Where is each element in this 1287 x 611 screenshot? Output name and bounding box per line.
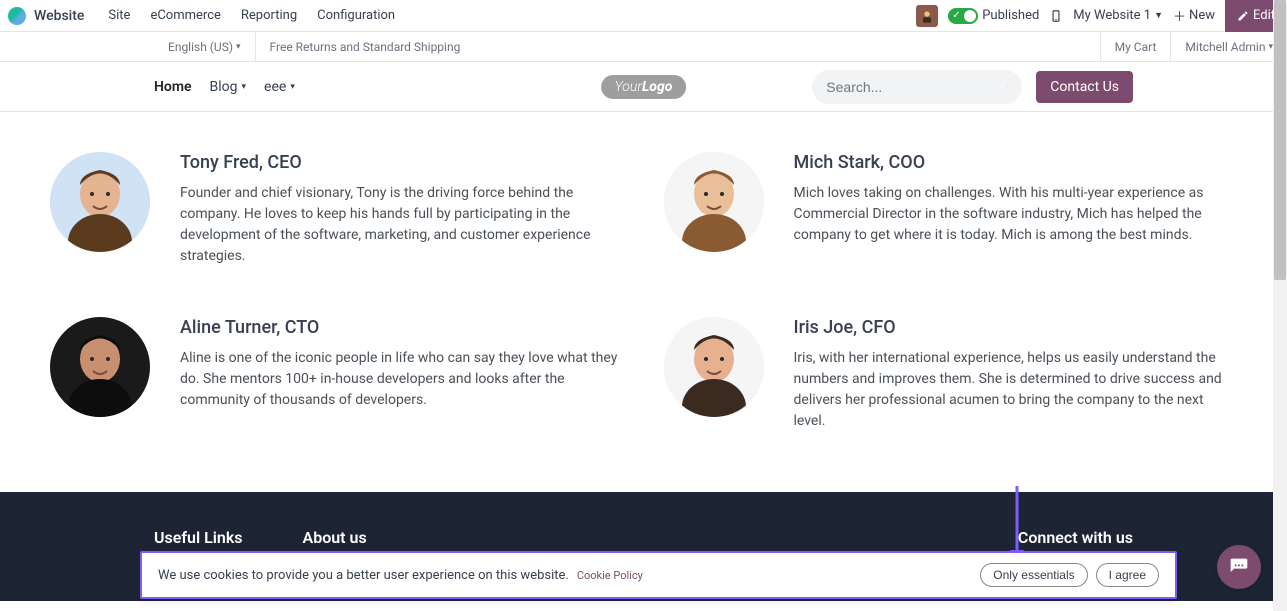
user-avatar-icon[interactable] [916, 5, 938, 27]
publish-toggle[interactable]: ✓ Published [948, 8, 1039, 24]
new-button[interactable]: ＋ New [1173, 6, 1215, 25]
caret-down-icon: ▾ [290, 82, 295, 92]
app-name[interactable]: Website [34, 8, 84, 24]
cookie-text: We use cookies to provide you a better u… [158, 568, 569, 583]
team-photo [50, 152, 150, 252]
topbar-right: ✓ Published My Website 1 ▼ ＋ New Edit [916, 1, 1279, 31]
caret-down-icon: ▼ [1154, 10, 1163, 21]
search-input[interactable] [826, 79, 1007, 95]
team-name: Aline Turner, CTO [180, 317, 624, 338]
logo-part-a: Your [615, 79, 642, 95]
team-text: Tony Fred, CEO Founder and chief visiona… [180, 152, 624, 267]
menu-site[interactable]: Site [98, 8, 140, 23]
team-name: Iris Joe, CFO [794, 317, 1238, 338]
edit-button-label: Edit [1253, 8, 1275, 23]
cookie-policy-link[interactable]: Cookie Policy [577, 569, 643, 582]
caret-down-icon: ▾ [242, 82, 247, 92]
caret-down-icon: ▾ [236, 42, 241, 52]
chat-icon [1229, 557, 1249, 577]
logo-part-b: Logo [642, 79, 672, 95]
team-card: Tony Fred, CEO Founder and chief visiona… [50, 152, 624, 267]
team-photo [50, 317, 150, 417]
team-description: Founder and chief visionary, Tony is the… [180, 183, 624, 267]
chat-launcher-button[interactable] [1217, 545, 1261, 589]
nav-blog-dropdown[interactable]: Blog▾ [210, 79, 247, 95]
subbar-right: My Cart Mitchell Admin ▾ [1100, 32, 1287, 61]
website-selector-dropdown[interactable]: My Website 1 ▼ [1073, 8, 1163, 23]
odoo-logo-icon [8, 7, 26, 25]
scrollbar-thumb[interactable] [1274, 0, 1286, 280]
nav-links: Home Blog▾ eee▾ [154, 79, 295, 95]
cookie-consent-bar: We use cookies to provide you a better u… [140, 551, 1177, 599]
search-box[interactable] [812, 70, 1022, 104]
i-agree-button[interactable]: I agree [1096, 563, 1159, 587]
menu-ecommerce[interactable]: eCommerce [140, 8, 230, 23]
team-photo [664, 152, 764, 252]
team-text: Mich Stark, COO Mich loves taking on cha… [794, 152, 1238, 246]
nav-home[interactable]: Home [154, 79, 192, 95]
subbar-left: English (US) ▾ Free Returns and Standard… [154, 32, 474, 61]
team-name: Tony Fred, CEO [180, 152, 624, 173]
plus-icon: ＋ [1173, 6, 1186, 25]
language-selector[interactable]: English (US) ▾ [154, 32, 256, 62]
cookie-buttons: Only essentials I agree [980, 563, 1159, 587]
team-name: Mich Stark, COO [794, 152, 1238, 173]
team-description: Aline is one of the iconic people in lif… [180, 348, 624, 411]
search-icon[interactable] [1007, 80, 1008, 94]
team-card: Aline Turner, CTO Aline is one of the ic… [50, 317, 624, 432]
publish-label: Published [982, 8, 1039, 23]
sub-bar: English (US) ▾ Free Returns and Standard… [0, 32, 1287, 62]
team-section: Tony Fred, CEO Founder and chief visiona… [0, 112, 1287, 492]
site-nav: Home Blog▾ eee▾ YourLogo Contact Us [0, 62, 1287, 112]
nav-eee-dropdown[interactable]: eee▾ [264, 79, 295, 95]
scrollbar-track[interactable] [1273, 0, 1287, 611]
team-card: Iris Joe, CFO Iris, with her internation… [664, 317, 1238, 432]
top-menu-bar: Website Site eCommerce Reporting Configu… [0, 0, 1287, 32]
toggle-switch-icon[interactable]: ✓ [948, 8, 978, 24]
only-essentials-button[interactable]: Only essentials [980, 563, 1087, 587]
team-photo [664, 317, 764, 417]
menu-reporting[interactable]: Reporting [231, 8, 307, 23]
site-logo[interactable]: YourLogo [601, 75, 687, 99]
nav-right: Contact Us [812, 70, 1133, 104]
team-card: Mich Stark, COO Mich loves taking on cha… [664, 152, 1238, 267]
new-button-label: New [1189, 8, 1215, 23]
useful-links-title: Useful Links [154, 528, 243, 547]
team-description: Mich loves taking on challenges. With hi… [794, 183, 1238, 246]
about-title: About us [303, 528, 703, 547]
contact-us-button[interactable]: Contact Us [1036, 71, 1133, 103]
menu-configuration[interactable]: Configuration [307, 8, 405, 23]
connect-title: Connect with us [1018, 528, 1133, 547]
user-menu-dropdown[interactable]: Mitchell Admin ▾ [1170, 32, 1287, 62]
my-cart-link[interactable]: My Cart [1100, 32, 1171, 62]
team-description: Iris, with her international experience,… [794, 348, 1238, 432]
topbar-left: Website Site eCommerce Reporting Configu… [8, 7, 405, 25]
pencil-icon [1237, 10, 1249, 22]
website-selector-label: My Website 1 [1073, 8, 1151, 23]
team-text: Iris Joe, CFO Iris, with her internation… [794, 317, 1238, 432]
mobile-preview-icon[interactable] [1049, 9, 1063, 23]
team-text: Aline Turner, CTO Aline is one of the ic… [180, 317, 624, 411]
promo-text[interactable]: Free Returns and Standard Shipping [256, 32, 475, 62]
